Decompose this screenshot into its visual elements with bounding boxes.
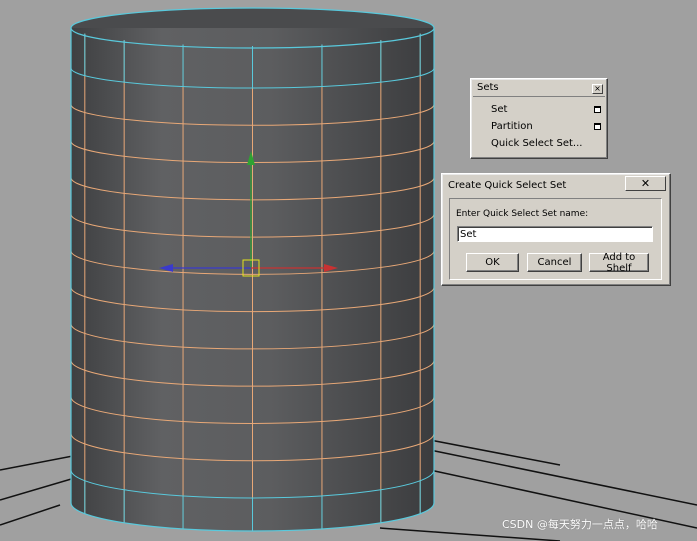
option-box-icon[interactable] <box>594 106 601 113</box>
menu-divider <box>473 96 605 97</box>
grid-line <box>429 439 561 466</box>
menu-item-quick-select-set[interactable]: Quick Select Set... <box>491 138 582 149</box>
dialog-title: Create Quick Select Set <box>448 180 567 191</box>
cylinder-mesh[interactable] <box>70 7 435 532</box>
option-box-icon[interactable] <box>594 123 601 130</box>
ok-button[interactable]: OK <box>466 253 519 272</box>
menu-item-set[interactable]: Set <box>491 104 507 115</box>
add-to-shelf-button[interactable]: Add to Shelf <box>589 252 649 274</box>
set-name-input[interactable] <box>457 226 653 242</box>
dialog-body: Enter Quick Select Set name: OK Cancel A… <box>449 198 662 280</box>
grid-line <box>429 449 697 506</box>
sets-menu-title: Sets <box>477 82 499 93</box>
cancel-button[interactable]: Cancel <box>527 253 582 272</box>
sets-menu-panel: Sets × Set Partition Quick Select Set... <box>470 78 608 159</box>
name-prompt-label: Enter Quick Select Set name: <box>456 209 589 219</box>
watermark: CSDN @每天努力一点点，哈哈 <box>502 518 658 531</box>
grid-line <box>0 504 61 526</box>
create-quick-select-set-dialog: Create Quick Select Set ✕ Enter Quick Se… <box>441 173 671 286</box>
menu-item-partition[interactable]: Partition <box>491 121 533 132</box>
close-icon[interactable]: ✕ <box>625 176 666 191</box>
cylinder-top-cap <box>71 7 434 28</box>
close-icon[interactable]: × <box>592 84 603 94</box>
